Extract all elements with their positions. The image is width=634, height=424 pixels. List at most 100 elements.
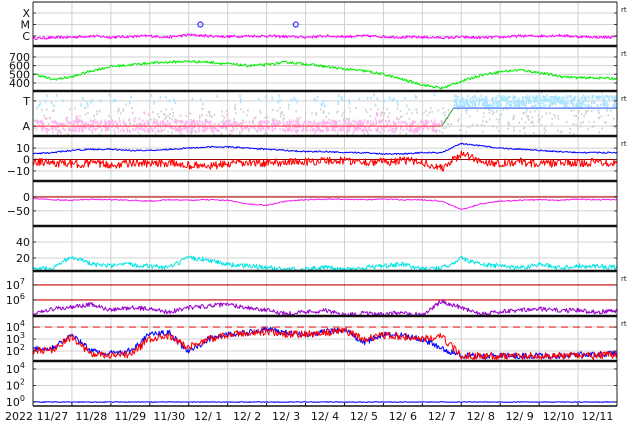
- sector-scatter-point: [44, 117, 46, 120]
- toward-scatter-point: [507, 102, 510, 106]
- sector-scatter-point: [98, 110, 101, 113]
- away-scatter-point: [155, 121, 157, 124]
- sector-scatter-point: [507, 120, 510, 123]
- away-scatter-point: [379, 120, 381, 124]
- away-scatter-point: [120, 129, 122, 132]
- toward-scatter-point: [556, 96, 559, 100]
- toward-scatter-point: [257, 97, 260, 101]
- away-scatter-point: [176, 128, 178, 131]
- away-scatter-point: [369, 122, 372, 126]
- away-scatter-point: [410, 130, 412, 133]
- away-scatter-point: [375, 114, 378, 117]
- toward-scatter-point: [465, 101, 468, 104]
- away-scatter-point: [328, 118, 331, 122]
- away-scatter-point: [380, 113, 382, 117]
- away-scatter-point: [45, 130, 48, 133]
- away-scatter-point: [260, 127, 262, 131]
- sector-scatter-point: [613, 117, 615, 120]
- away-scatter-point: [242, 120, 244, 124]
- away-scatter-point: [201, 129, 204, 132]
- sector-scatter-point: [399, 131, 401, 134]
- away-scatter-point: [68, 127, 71, 131]
- away-scatter-point: [132, 129, 135, 132]
- toward-scatter-point: [512, 97, 514, 100]
- toward-scatter-point: [82, 96, 84, 100]
- toward-scatter-point: [404, 96, 406, 100]
- sector-scatter-point: [280, 111, 283, 114]
- away-scatter-point: [91, 129, 94, 132]
- dst-line: [33, 197, 617, 210]
- toward-scatter-point: [601, 98, 604, 101]
- sector-scatter-point: [345, 118, 348, 121]
- toward-scatter-point: [574, 104, 577, 108]
- sector-scatter-point: [382, 106, 385, 109]
- away-scatter-point: [305, 122, 307, 126]
- sector-scatter-point: [531, 121, 534, 124]
- sector-scatter-point: [534, 110, 536, 113]
- toward-scatter-point: [491, 109, 493, 112]
- away-scatter-point: [187, 126, 190, 130]
- y-tick-exponent: 4: [20, 319, 25, 328]
- away-scatter-point: [358, 122, 360, 125]
- sector-scatter-point: [578, 110, 580, 113]
- away-scatter-point: [73, 120, 75, 123]
- toward-scatter-point: [366, 96, 369, 100]
- toward-scatter-point: [580, 96, 583, 100]
- toward-scatter-point: [557, 99, 560, 103]
- toward-scatter-point: [396, 99, 398, 103]
- toward-scatter-point: [585, 96, 588, 100]
- sector-scatter-point: [476, 109, 479, 112]
- toward-scatter-point: [549, 99, 552, 102]
- away-scatter-point: [391, 130, 394, 133]
- toward-scatter-point: [542, 95, 544, 98]
- toward-scatter-point: [455, 95, 458, 98]
- toward-scatter-point: [572, 102, 575, 106]
- sector-scatter-point: [45, 108, 48, 111]
- sector-scatter-point: [553, 113, 555, 116]
- toward-scatter-point: [524, 96, 527, 99]
- toward-scatter-point: [388, 96, 391, 100]
- sector-scatter-point: [429, 126, 431, 129]
- away-scatter-point: [312, 129, 315, 133]
- toward-scatter-point: [191, 97, 194, 101]
- sector-scatter-point: [246, 114, 248, 117]
- sector-scatter-point: [507, 127, 509, 130]
- away-scatter-point: [199, 123, 201, 126]
- toward-scatter-point: [391, 98, 394, 102]
- away-scatter-point: [332, 128, 335, 131]
- toward-scatter-point: [480, 97, 483, 101]
- sector-scatter-point: [383, 127, 385, 130]
- toward-scatter-point: [376, 97, 379, 101]
- sector-scatter-point: [119, 112, 122, 115]
- toward-scatter-point: [487, 104, 490, 108]
- sector-scatter-point: [416, 111, 418, 114]
- toward-scatter-point: [579, 101, 581, 105]
- away-scatter-point: [45, 127, 48, 131]
- away-scatter-point: [169, 126, 171, 129]
- toward-scatter-point: [529, 101, 532, 105]
- sector-scatter-point: [497, 121, 500, 124]
- away-scatter-point: [58, 129, 60, 132]
- away-scatter-point: [284, 129, 286, 132]
- panel-dst: [33, 195, 617, 210]
- sector-scatter-point: [465, 131, 467, 134]
- sector-scatter-point: [580, 122, 582, 125]
- toward-scatter-point: [627, 102, 629, 105]
- sector-scatter-point: [189, 112, 192, 115]
- away-scatter-point: [391, 127, 394, 131]
- toward-scatter-point: [586, 104, 589, 107]
- sector-scatter-point: [590, 110, 593, 113]
- away-scatter-point: [169, 122, 171, 126]
- away-scatter-point: [383, 129, 385, 133]
- sector-scatter-point: [252, 122, 254, 125]
- toward-scatter-point: [537, 100, 540, 103]
- sector-scatter-point: [205, 114, 208, 117]
- sector-scatter-point: [341, 114, 343, 117]
- toward-scatter-point: [277, 100, 279, 104]
- away-scatter-point: [44, 138, 46, 141]
- sector-scatter-point: [606, 109, 608, 112]
- away-scatter-point: [315, 130, 317, 133]
- away-scatter-point: [179, 114, 182, 118]
- sector-scatter-point: [365, 108, 367, 111]
- sector-scatter-point: [264, 132, 266, 135]
